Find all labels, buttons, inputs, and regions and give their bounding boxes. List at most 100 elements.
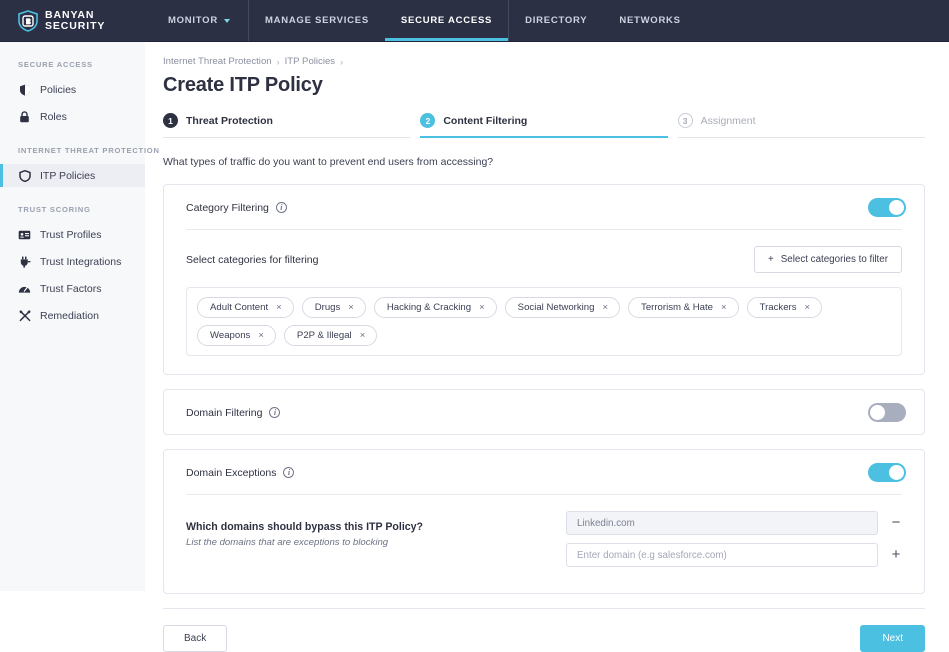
sidebar: SECURE ACCESS Policies Roles INTERNET TH… — [0, 42, 159, 591]
category-chip[interactable]: Weapons × — [197, 325, 276, 346]
breadcrumb-separator-2: › — [340, 56, 344, 67]
close-icon[interactable]: × — [479, 302, 485, 313]
domain-filtering-title-group: Domain Filtering i — [186, 406, 281, 419]
select-categories-label: Select categories for filtering — [186, 253, 319, 266]
gauge-icon — [18, 282, 31, 295]
domain-exceptions-title-group: Domain Exceptions i — [186, 466, 295, 479]
nav-item-networks-label: NETWORKS — [619, 15, 681, 26]
select-categories-to-filter-label: Select categories to filter — [780, 254, 888, 265]
nav-item-manage-services[interactable]: MANAGE SERVICES — [249, 0, 385, 41]
sidebar-item-trust-integrations[interactable]: Trust Integrations — [0, 250, 145, 273]
back-button[interactable]: Back — [163, 625, 228, 652]
toggle-knob — [889, 465, 904, 480]
domain-filtering-toggle[interactable] — [868, 403, 906, 422]
domain-filtering-card: Domain Filtering i — [163, 389, 925, 435]
sidebar-item-trust-factors[interactable]: Trust Factors — [0, 277, 145, 300]
info-icon[interactable]: i — [283, 467, 295, 478]
sidebar-item-trust-integrations-label: Trust Integrations — [40, 255, 122, 268]
add-domain-button[interactable]: + — [890, 547, 902, 562]
step-content-filtering[interactable]: 2 Content Filtering — [420, 113, 668, 138]
nav-item-monitor[interactable]: MONITOR — [144, 0, 248, 41]
close-icon[interactable]: × — [805, 302, 811, 313]
close-icon[interactable]: × — [721, 302, 727, 313]
category-chip[interactable]: P2P & Illegal × — [283, 325, 378, 346]
toggle-knob — [870, 405, 885, 420]
domain-exceptions-subtext: List the domains that are exceptions to … — [186, 537, 389, 548]
step-threat-protection[interactable]: 1 Threat Protection — [163, 113, 411, 138]
select-categories-to-filter-button[interactable]: + Select categories to filter — [753, 246, 902, 273]
nav-item-directory[interactable]: DIRECTORY — [509, 0, 603, 41]
category-chip[interactable]: Social Networking × — [504, 297, 621, 318]
close-icon[interactable]: × — [360, 330, 366, 341]
toggle-knob — [889, 200, 904, 215]
domain-field-row: + — [566, 543, 902, 567]
domain-input-1[interactable] — [566, 511, 878, 535]
sidebar-item-roles-label: Roles — [40, 110, 67, 123]
info-icon[interactable]: i — [275, 202, 287, 213]
category-filtering-body: Select categories for filtering + Select… — [164, 230, 924, 374]
step-3-number: 3 — [677, 113, 693, 128]
close-icon[interactable]: × — [602, 302, 608, 313]
stepper: 1 Threat Protection 2 Content Filtering … — [163, 113, 925, 138]
page-prompt: What types of traffic do you want to pre… — [163, 156, 494, 168]
domain-exceptions-header: Domain Exceptions i — [164, 450, 924, 494]
sidebar-item-policies-label: Policies — [40, 83, 77, 96]
category-filtering-toggle[interactable] — [868, 198, 906, 217]
nav-item-directory-label: DIRECTORY — [525, 15, 588, 26]
lock-icon — [18, 110, 31, 123]
category-chip[interactable]: Hacking & Cracking × — [373, 297, 497, 318]
domain-exceptions-question: Which domains should bypass this ITP Pol… — [186, 521, 424, 533]
sidebar-item-roles[interactable]: Roles — [0, 105, 145, 128]
category-chip-label: Weapons — [210, 330, 251, 341]
selected-categories-chip-area[interactable]: Adult Content × Drugs × Hacking & Cracki… — [186, 287, 902, 356]
page-title: Create ITP Policy — [163, 74, 323, 96]
plus-icon: + — [767, 254, 774, 265]
brand-line-1: BANYAN — [45, 8, 95, 21]
main-content: Internet Threat Protection › ITP Policie… — [145, 42, 949, 652]
category-chip-label: P2P & Illegal — [296, 330, 352, 341]
nav-item-monitor-label: MONITOR — [168, 15, 218, 26]
close-icon[interactable]: × — [258, 330, 264, 341]
category-chip-label: Trackers — [759, 302, 797, 313]
category-chip[interactable]: Trackers × — [746, 297, 823, 318]
sidebar-item-trust-profiles-label: Trust Profiles — [40, 228, 102, 241]
nav-items-right: DIRECTORY NETWORKS — [509, 0, 697, 41]
category-filtering-title: Category Filtering — [186, 201, 269, 214]
breadcrumb-item-itp-policies[interactable]: ITP Policies — [285, 56, 335, 67]
sidebar-group-itp: INTERNET THREAT PROTECTION ITP Policies — [0, 146, 159, 187]
sidebar-item-remediation-label: Remediation — [40, 309, 99, 322]
sidebar-item-trust-profiles[interactable]: Trust Profiles — [0, 223, 145, 246]
domain-exceptions-title: Domain Exceptions — [186, 466, 277, 479]
sidebar-item-itp-policies[interactable]: ITP Policies — [0, 164, 145, 187]
category-chip[interactable]: Terrorism & Hate × — [628, 297, 739, 318]
sidebar-item-policies[interactable]: Policies — [0, 78, 145, 101]
step-assignment[interactable]: 3 Assignment — [677, 113, 925, 138]
nav-item-manage-services-label: MANAGE SERVICES — [264, 15, 369, 26]
nav-item-secure-access[interactable]: SECURE ACCESS — [384, 0, 509, 41]
domain-input-2[interactable] — [566, 543, 878, 567]
domain-exceptions-toggle[interactable] — [868, 463, 906, 482]
info-icon[interactable]: i — [269, 407, 281, 418]
brand-text: BANYAN SECURITY — [45, 10, 105, 31]
close-icon[interactable]: × — [276, 302, 282, 313]
brand-logo-area[interactable]: BANYAN SECURITY — [0, 0, 144, 41]
remove-domain-button[interactable]: − — [890, 515, 902, 530]
step-2-label: Content Filtering — [443, 114, 528, 127]
nav-item-secure-access-label: SECURE ACCESS — [400, 15, 493, 26]
next-button[interactable]: Next — [860, 625, 925, 652]
nav-item-networks[interactable]: NETWORKS — [603, 0, 696, 41]
close-icon[interactable]: × — [348, 302, 354, 313]
tools-icon — [18, 309, 31, 322]
id-card-icon — [18, 228, 31, 241]
category-chip[interactable]: Drugs × — [301, 297, 366, 318]
category-filtering-card: Category Filtering i Select categories f… — [163, 184, 925, 375]
step-3-label: Assignment — [700, 114, 756, 127]
domain-exceptions-body: Which domains should bypass this ITP Pol… — [164, 495, 924, 593]
category-chip[interactable]: Adult Content × — [197, 297, 294, 318]
shield-b-logo-icon — [18, 9, 38, 32]
sidebar-item-remediation[interactable]: Remediation — [0, 304, 145, 327]
step-1-number: 1 — [163, 113, 178, 128]
breadcrumb-item-internet-threat-protection[interactable]: Internet Threat Protection — [163, 56, 272, 67]
domain-filtering-header: Domain Filtering i — [164, 390, 924, 434]
domain-filtering-title: Domain Filtering — [186, 406, 263, 419]
